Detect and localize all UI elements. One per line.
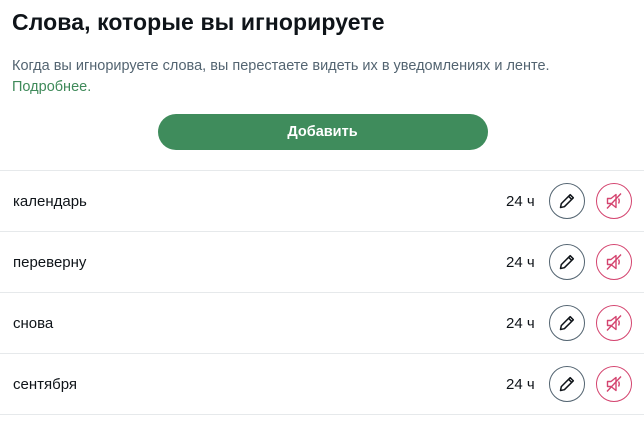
pencil-icon xyxy=(559,315,575,331)
edit-button[interactable] xyxy=(549,305,585,341)
learn-more-link[interactable]: Подробнее. xyxy=(12,79,91,95)
muted-word: снова xyxy=(13,314,54,332)
speaker-muted-icon xyxy=(606,193,622,209)
page-description: Когда вы игнорируете слова, вы перестает… xyxy=(12,56,632,98)
list-item: переверну 24 ч xyxy=(0,232,644,293)
pencil-icon xyxy=(559,193,575,209)
muted-word: переверну xyxy=(13,253,87,271)
mute-duration: 24 ч xyxy=(506,375,535,393)
list-item: сентября 24 ч xyxy=(0,354,644,415)
page-header: Слова, которые вы игнорируете Когда вы и… xyxy=(0,0,644,98)
edit-button[interactable] xyxy=(549,183,585,219)
mute-duration: 24 ч xyxy=(506,253,535,271)
unmute-button[interactable] xyxy=(596,244,632,280)
list-item: снова 24 ч xyxy=(0,293,644,354)
mute-duration: 24 ч xyxy=(506,192,535,210)
edit-button[interactable] xyxy=(549,366,585,402)
description-text: Когда вы игнорируете слова, вы перестает… xyxy=(12,58,550,74)
muted-word: календарь xyxy=(13,192,87,210)
pencil-icon xyxy=(559,376,575,392)
unmute-button[interactable] xyxy=(596,305,632,341)
list-item: календарь 24 ч xyxy=(0,171,644,232)
pencil-icon xyxy=(559,254,575,270)
page-title: Слова, которые вы игнорируете xyxy=(12,9,385,35)
mute-duration: 24 ч xyxy=(506,314,535,332)
speaker-muted-icon xyxy=(606,315,622,331)
add-word-button[interactable]: Добавить xyxy=(157,114,488,150)
unmute-button[interactable] xyxy=(596,183,632,219)
unmute-button[interactable] xyxy=(596,366,632,402)
speaker-muted-icon xyxy=(606,254,622,270)
edit-button[interactable] xyxy=(549,244,585,280)
add-button-container: Добавить xyxy=(0,114,644,150)
muted-words-page: Слова, которые вы игнорируете Когда вы и… xyxy=(0,0,644,433)
speaker-muted-icon xyxy=(606,376,622,392)
muted-word: сентября xyxy=(13,375,78,393)
muted-words-list: календарь 24 ч переверну 24 ч снова 24 ч… xyxy=(0,170,644,415)
